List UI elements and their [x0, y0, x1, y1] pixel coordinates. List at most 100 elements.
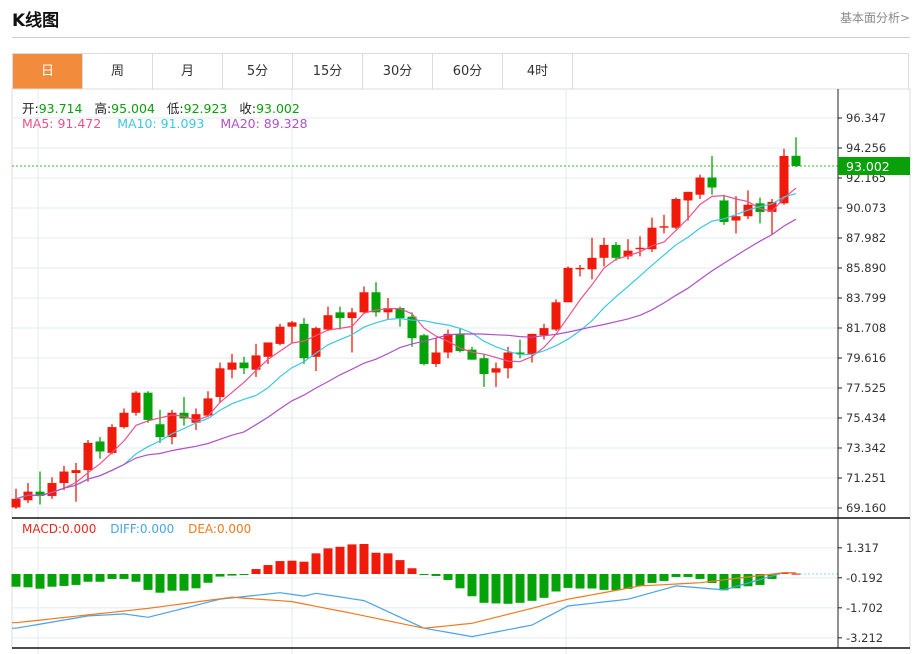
macd-bar	[251, 569, 261, 574]
candle-up	[323, 315, 333, 330]
close-label: 收:	[239, 101, 257, 116]
macd-bar	[539, 574, 549, 598]
price-tick-label: 81.708	[846, 321, 886, 335]
candle-up	[635, 247, 645, 250]
macd-bar	[275, 561, 285, 574]
price-tick-label: 79.616	[846, 351, 886, 365]
macd-bar	[323, 548, 333, 574]
macd-bar	[299, 561, 309, 574]
macd-tick-label: -0.192	[846, 571, 883, 585]
price-tick-label: 96.347	[846, 111, 886, 125]
macd-bar	[659, 574, 669, 581]
diff-line	[12, 571, 797, 638]
dea-value: DEA:0.000	[188, 522, 252, 536]
macd-bar	[623, 574, 633, 589]
macd-bar	[587, 574, 597, 589]
macd-bar	[479, 574, 489, 603]
candle-up	[227, 362, 237, 370]
ma-legend: MA5: 91.472 MA10: 91.093 MA20: 89.328	[22, 116, 316, 131]
candle-up	[47, 483, 57, 496]
macd-bar	[443, 574, 453, 580]
price-tick-label: 94.256	[846, 141, 886, 155]
candle-up	[287, 322, 297, 327]
macd-bar	[59, 574, 69, 586]
macd-bar	[131, 574, 141, 582]
macd-bar	[791, 573, 801, 575]
ma5-value: MA5: 91.472	[22, 116, 102, 131]
low-value: 92.923	[183, 101, 228, 116]
macd-bar	[359, 543, 369, 574]
ohlc-legend: 开:93.714 高:95.004 低:92.923 收:93.002	[22, 98, 308, 117]
candle-up	[695, 177, 705, 195]
candle-up	[671, 199, 681, 228]
candle-down	[707, 177, 717, 188]
price-tick-label: 87.982	[846, 231, 886, 245]
price-tick-label: 69.160	[846, 501, 886, 515]
open-label: 开:	[22, 101, 39, 116]
price-tick-label: 73.342	[846, 441, 886, 455]
macd-bar	[719, 574, 729, 591]
macd-bar	[431, 574, 441, 576]
macd-bar	[311, 553, 321, 574]
macd-bar	[119, 574, 129, 579]
macd-bar	[215, 574, 225, 577]
ma10-value: MA10: 91.093	[117, 116, 205, 131]
low-label: 低:	[166, 101, 184, 116]
candle-down	[335, 312, 345, 319]
macd-bar	[287, 560, 297, 574]
candle-up	[431, 352, 441, 364]
macd-bar	[35, 574, 45, 589]
chart-frame	[11, 88, 911, 649]
macd-bar	[527, 574, 537, 601]
candle-down	[611, 244, 621, 258]
candle-down	[419, 335, 429, 364]
macd-legend: MACD:0.000 DIFF:0.000 DEA:0.000	[22, 522, 259, 536]
macd-tick-label: 1.317	[846, 541, 879, 555]
macd-bar	[335, 546, 345, 574]
macd-bar	[155, 574, 165, 593]
macd-bar	[455, 574, 465, 589]
candle-up	[131, 392, 141, 413]
macd-bar	[599, 574, 609, 590]
macd-bar	[683, 574, 693, 577]
macd-bar	[407, 568, 417, 574]
macd-bar	[107, 574, 117, 579]
candle-up	[119, 412, 129, 428]
candle-down	[791, 155, 801, 166]
macd-bar	[371, 552, 381, 574]
price-tick-label: 83.799	[846, 291, 886, 305]
macd-bar	[383, 553, 393, 574]
high-value: 95.004	[111, 101, 155, 116]
price-tick-label: 77.525	[846, 381, 886, 395]
macd-bar	[179, 574, 189, 591]
macd-bar	[503, 574, 513, 604]
candle-up	[83, 442, 93, 471]
macd-bar	[491, 574, 501, 604]
macd-bar	[167, 574, 177, 591]
candle-up	[275, 326, 285, 344]
macd-bar	[347, 544, 357, 574]
macd-bar	[671, 574, 681, 577]
macd-bar	[611, 574, 621, 591]
candle-up	[59, 471, 69, 484]
candle-up	[539, 328, 549, 336]
macd-bar	[551, 574, 561, 592]
candle-up	[263, 342, 273, 357]
price-tick-label: 75.434	[846, 411, 886, 425]
macd-bar	[239, 574, 249, 575]
candle-up	[587, 257, 597, 270]
high-label: 高:	[94, 101, 112, 116]
price-tick-label: 71.251	[846, 471, 886, 485]
candle-down	[143, 392, 153, 420]
macd-bar	[419, 574, 429, 575]
candle-up	[215, 368, 225, 397]
macd-bar	[647, 574, 657, 583]
candle-up	[683, 191, 693, 201]
macd-bar	[23, 574, 33, 588]
ma20-value: MA20: 89.328	[220, 116, 308, 131]
dea-line	[12, 571, 797, 629]
price-tick-label: 85.890	[846, 261, 886, 275]
ma5-line	[15, 187, 797, 500]
macd-tick-label: -3.212	[846, 631, 883, 645]
macd-bar	[203, 574, 213, 583]
